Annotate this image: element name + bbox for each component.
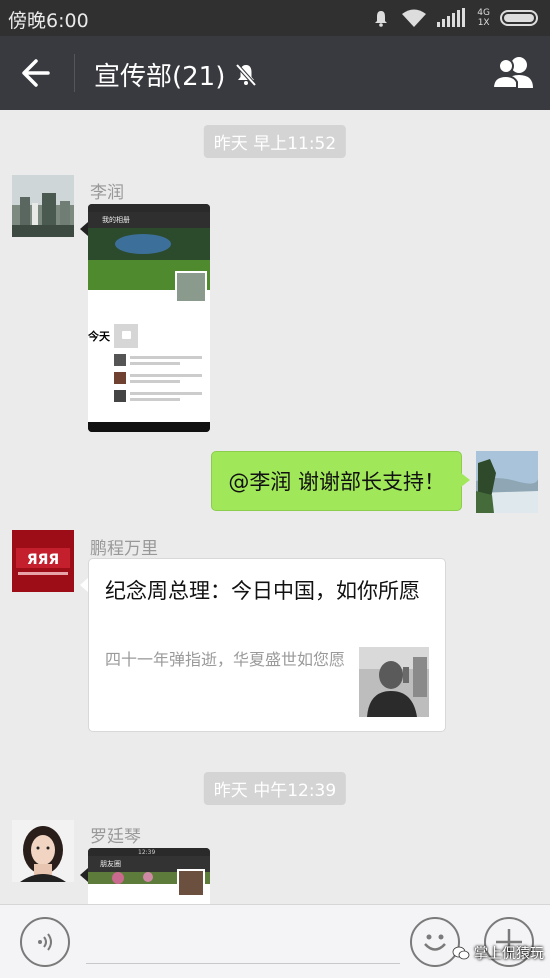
screenshot-title: 朋友圈 xyxy=(100,860,121,868)
bubble-arrow xyxy=(80,868,88,882)
alarm-icon xyxy=(375,11,388,27)
battery-icon xyxy=(500,10,538,26)
sender-name: 鹏程万里 xyxy=(90,539,158,559)
svg-text:ЯЯЯ: ЯЯЯ xyxy=(27,552,59,568)
screenshot-name: 李润 xyxy=(176,306,189,313)
avatar-self[interactable] xyxy=(476,451,538,513)
moments-screenshot xyxy=(88,848,210,904)
nav-divider xyxy=(74,54,75,92)
article-title: 纪念周总理：今日中国，如你所愿 xyxy=(105,579,420,603)
back-button[interactable] xyxy=(18,55,58,91)
timestamp: 昨天 中午12:39 xyxy=(203,772,347,805)
group-members-icon xyxy=(491,57,533,89)
article-description: 四十一年弹指逝，华夏盛世如您愿 xyxy=(105,650,346,669)
avatar-li-run[interactable] xyxy=(12,175,74,237)
image-message[interactable]: 我的相册 李润 今天 xyxy=(88,204,210,432)
shared-article-card[interactable]: 纪念周总理：今日中国，如你所愿 四十一年弹指逝，华夏盛世如您愿 xyxy=(88,558,446,732)
status-time: 傍晚6:00 xyxy=(8,10,89,32)
album-screenshot xyxy=(88,204,210,432)
input-bar: 掌上侃猿玩 xyxy=(0,904,550,978)
wechat-logo-icon xyxy=(452,946,470,960)
watermark: 掌上侃猿玩 xyxy=(452,943,544,963)
watermark-text: 掌上侃猿玩 xyxy=(474,946,544,962)
screenshot-time: 12:39 xyxy=(138,849,156,856)
bubble-arrow xyxy=(80,222,88,236)
group-name: 宣传部(21) xyxy=(94,62,226,92)
article-thumbnail xyxy=(359,647,429,717)
outgoing-message[interactable]: @李润 谢谢部长支持！ xyxy=(211,451,462,511)
voice-button[interactable] xyxy=(20,917,70,967)
bubble-arrow xyxy=(461,473,470,487)
bell-muted-icon xyxy=(235,63,257,86)
group-title: 宣传部(21) xyxy=(94,56,259,93)
timestamp: 昨天 早上11:52 xyxy=(203,125,347,158)
wifi-icon xyxy=(402,9,427,27)
bubble-arrow xyxy=(80,578,88,592)
image-message[interactable]: 朋友圈 12:39 xyxy=(88,848,210,904)
avatar-luo-ting-qin[interactable] xyxy=(12,820,74,882)
status-icons: 4G 1X xyxy=(371,5,542,31)
sender-name: 罗廷琴 xyxy=(90,827,141,847)
status-bar: 傍晚6:00 4G 1X xyxy=(0,0,550,36)
group-members-button[interactable] xyxy=(491,54,536,92)
chat-messages[interactable]: 昨天 早上11:52 李润 我的相册 李润 今天 @李润 谢谢部长支持！ ЯЯЯ… xyxy=(0,110,550,904)
avatar-peng-cheng[interactable]: ЯЯЯ xyxy=(12,530,74,592)
screenshot-title: 我的相册 xyxy=(102,216,130,224)
sender-name: 李润 xyxy=(90,183,124,203)
emoji-icon xyxy=(424,934,446,951)
voice-icon xyxy=(38,933,52,951)
back-arrow-icon xyxy=(22,59,50,87)
message-input[interactable] xyxy=(86,963,400,964)
signal-icon xyxy=(437,8,466,27)
screenshot-today: 今天 xyxy=(88,330,110,343)
network-type: 4G 1X xyxy=(477,8,490,28)
chat-header: 宣传部(21) xyxy=(0,36,550,110)
